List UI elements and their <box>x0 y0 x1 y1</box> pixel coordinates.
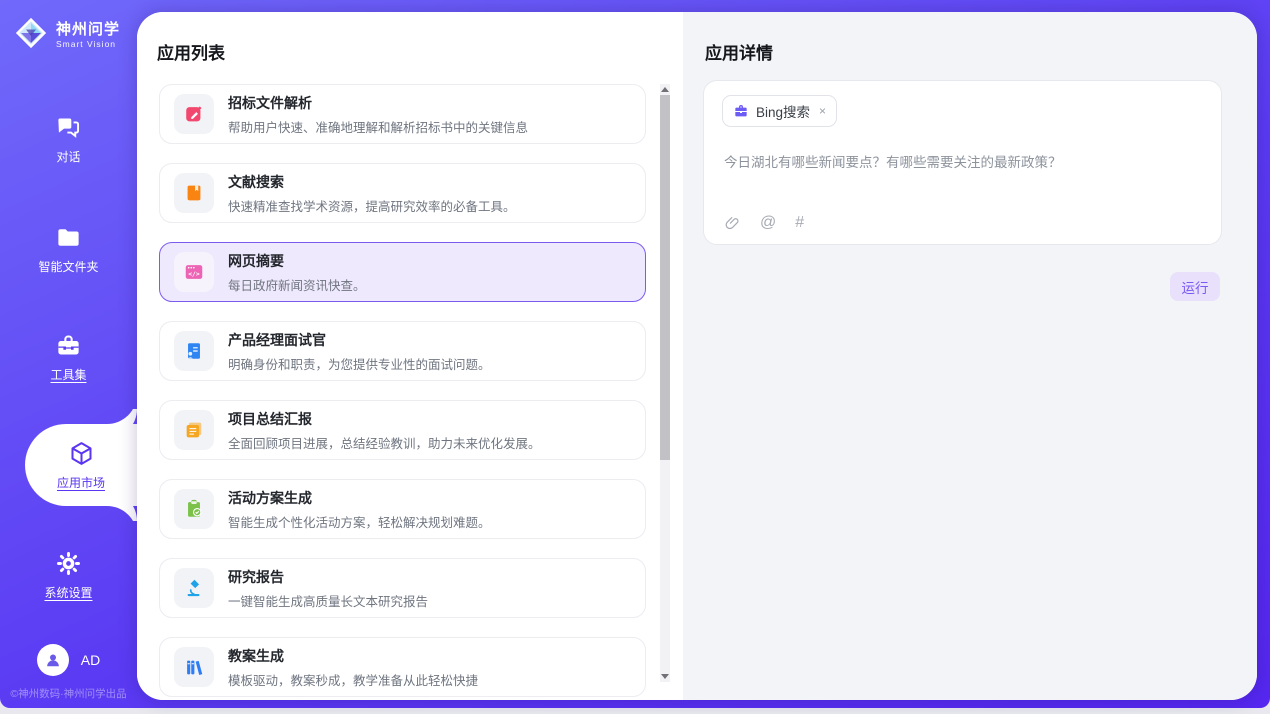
app-list-scrollbar[interactable] <box>660 84 670 682</box>
user-name: AD <box>81 652 100 668</box>
clipboard-check-icon <box>174 489 214 529</box>
avatar[interactable] <box>37 644 69 676</box>
browser-code-icon: </> <box>174 252 214 292</box>
brand-name: 神州问学 <box>56 18 120 39</box>
brand-diamond-icon <box>14 16 48 50</box>
run-button[interactable]: 运行 <box>1170 272 1220 301</box>
tool-chip-bing-search[interactable]: Bing搜索 × <box>722 95 837 127</box>
paperclip-icon[interactable] <box>724 215 741 232</box>
person-icon <box>43 650 63 670</box>
chip-close-icon[interactable]: × <box>817 104 826 118</box>
content-shell: 应用列表 招标文件解析 帮助用户快速、准确地理解和解析招标书中的关键信息 文献搜… <box>137 12 1257 700</box>
doc-person-icon <box>174 331 214 371</box>
mention-icon[interactable]: @ <box>760 214 776 232</box>
gear-icon <box>55 550 82 577</box>
sidebar: 神州问学 Smart Vision 对话 智能文件夹 工具集 应用市场 系统设置 <box>0 0 137 708</box>
input-toolbar: @ # <box>724 214 804 232</box>
briefcase-icon <box>733 103 749 119</box>
sidebar-item-toolbox[interactable]: 工具集 <box>0 322 137 392</box>
app-detail-title: 应用详情 <box>705 39 773 64</box>
query-input[interactable]: 今日湖北有哪些新闻要点？有哪些需要关注的最新政策？ <box>724 151 1201 171</box>
toolbox-icon <box>55 332 82 359</box>
app-detail-panel: 应用详情 Bing搜索 × 今日湖北有哪些新闻要点？有哪些需要关注的最新政策？ … <box>683 12 1257 700</box>
sidebar-item-chat[interactable]: 对话 <box>0 104 137 174</box>
app-card[interactable]: 招标文件解析 帮助用户快速、准确地理解和解析招标书中的关键信息 <box>159 84 646 144</box>
user-row[interactable]: AD <box>0 644 137 676</box>
app-card-selected[interactable]: </> 网页摘要 每日政府新闻资讯快查。 <box>159 242 646 302</box>
doc-pen-icon <box>174 94 214 134</box>
sidebar-item-folder[interactable]: 智能文件夹 <box>0 214 137 284</box>
tool-chip-label: Bing搜索 <box>756 101 810 121</box>
app-card[interactable]: 文献搜索 快速精准查找学术资源，提高研究效率的必备工具。 <box>159 163 646 223</box>
app-card[interactable]: 教案生成 模板驱动，教案秒成，教学准备从此轻松快捷 <box>159 637 646 697</box>
sidebar-item-cube[interactable]: 应用市场 <box>25 424 137 506</box>
svg-text:</>: </> <box>188 270 200 278</box>
app-list: 招标文件解析 帮助用户快速、准确地理解和解析招标书中的关键信息 文献搜索 快速精… <box>159 84 646 697</box>
brand-tagline: Smart Vision <box>56 39 120 49</box>
scroll-down-arrow-icon[interactable] <box>661 674 669 679</box>
prompt-card: Bing搜索 × 今日湖北有哪些新闻要点？有哪些需要关注的最新政策？ @ # <box>703 80 1222 245</box>
cube-icon <box>68 440 95 467</box>
brand-logo: 神州问学 Smart Vision <box>14 16 120 50</box>
book-icon <box>174 173 214 213</box>
app-card[interactable]: 活动方案生成 智能生成个性化活动方案，轻松解决规划难题。 <box>159 479 646 539</box>
sidebar-item-gear[interactable]: 系统设置 <box>0 540 137 610</box>
app-list-panel: 应用列表 招标文件解析 帮助用户快速、准确地理解和解析招标书中的关键信息 文献搜… <box>137 12 683 700</box>
scrollbar-thumb[interactable] <box>660 95 670 460</box>
microscope-icon <box>174 568 214 608</box>
app-card[interactable]: 研究报告 一键智能生成高质量长文本研究报告 <box>159 558 646 618</box>
chat-icon <box>55 114 82 141</box>
app-card[interactable]: 产品经理面试官 明确身份和职责，为您提供专业性的面试问题。 <box>159 321 646 381</box>
sticky-notes-icon <box>174 410 214 450</box>
scroll-up-arrow-icon[interactable] <box>661 87 669 92</box>
folder-icon <box>55 224 82 251</box>
app-window-frame: 神州问学 Smart Vision 对话 智能文件夹 工具集 应用市场 系统设置 <box>0 0 1270 708</box>
books-icon <box>174 647 214 687</box>
app-card[interactable]: 项目总结汇报 全面回顾项目进展，总结经验教训，助力未来优化发展。 <box>159 400 646 460</box>
copyright-footer: ©神州数码·神州问学出品 <box>0 686 137 701</box>
app-list-title: 应用列表 <box>157 39 225 64</box>
hashtag-icon[interactable]: # <box>795 214 804 232</box>
